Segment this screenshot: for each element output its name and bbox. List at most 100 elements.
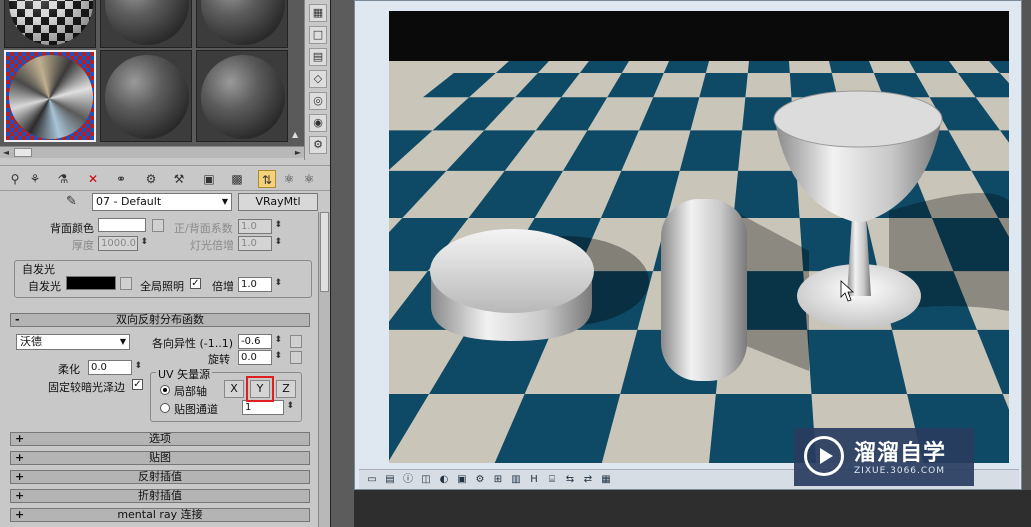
material-id-icon[interactable]: ▣ bbox=[200, 170, 218, 188]
fix-dark-checkbox[interactable]: ✓ bbox=[132, 379, 143, 390]
make-preview-icon[interactable]: ◉ bbox=[309, 114, 327, 132]
material-name-bar: ✎ 07 - Default ▼ VRayMtl bbox=[0, 192, 330, 212]
rotation-map-button[interactable] bbox=[290, 351, 302, 364]
self-illum-mult-label: 倍增 bbox=[212, 280, 234, 293]
gear-icon[interactable]: ⚙ bbox=[473, 473, 487, 487]
scroll-thumb[interactable] bbox=[320, 212, 329, 292]
material-slot[interactable] bbox=[100, 0, 192, 48]
fix-dark-label: 固定较暗光泽边 bbox=[48, 381, 125, 394]
info-icon[interactable]: ⓘ bbox=[401, 473, 415, 487]
put-to-library-icon[interactable]: ⚒ bbox=[170, 170, 188, 188]
slot-scrollbar[interactable]: ◄ ► bbox=[0, 146, 304, 158]
self-illum-group-label: 自发光 bbox=[20, 261, 57, 277]
v-split-icon[interactable]: ⌸ bbox=[545, 473, 559, 487]
reset-material-icon[interactable]: ✕ bbox=[84, 170, 102, 188]
background-icon[interactable]: ▤ bbox=[309, 48, 327, 66]
brdf-type-select[interactable]: 沃德 ▼ bbox=[16, 334, 130, 350]
rollout-mental-ray[interactable]: + mental ray 连接 bbox=[10, 508, 310, 522]
rollout-maps[interactable]: + 贴图 bbox=[10, 451, 310, 465]
material-slot-grid: ▲ bbox=[0, 0, 304, 146]
gi-checkbox[interactable]: ✓ bbox=[190, 278, 201, 289]
axis-z-button[interactable]: Z bbox=[276, 380, 296, 398]
anisotropy-map-button[interactable] bbox=[290, 335, 302, 348]
eyedropper-icon[interactable]: ✎ bbox=[66, 194, 77, 209]
copy-material-icon[interactable]: ⚭ bbox=[112, 170, 130, 188]
material-slot[interactable] bbox=[4, 0, 96, 48]
stamp-icon[interactable]: ▣ bbox=[455, 473, 469, 487]
material-name-field[interactable]: 07 - Default ▼ bbox=[92, 193, 232, 211]
material-name-text: 07 - Default bbox=[96, 195, 162, 208]
rollout-toggle: + bbox=[15, 451, 25, 464]
map-channel-spinner[interactable]: 1 bbox=[242, 400, 294, 415]
assign-material-icon[interactable]: ⚗ bbox=[54, 170, 72, 188]
back-color-swatch[interactable] bbox=[98, 218, 146, 232]
rollout-title: mental ray 连接 bbox=[117, 508, 203, 521]
rollout-options[interactable]: + 选项 bbox=[10, 432, 310, 446]
sample-sphere bbox=[9, 55, 93, 139]
watermark-url: ZIXUE.3066.COM bbox=[854, 466, 946, 476]
rollout-refract-interp[interactable]: + 折射插值 bbox=[10, 489, 310, 503]
backlight-icon[interactable]: □ bbox=[309, 26, 327, 44]
self-illum-color-swatch[interactable] bbox=[66, 276, 116, 290]
self-illum-map-button[interactable] bbox=[120, 277, 132, 290]
scroll-up-icon[interactable]: ▲ bbox=[292, 130, 298, 139]
sample-sphere bbox=[201, 0, 285, 45]
sample-sphere bbox=[201, 55, 285, 139]
light-multiplier-label: 灯光倍增 bbox=[190, 239, 234, 252]
anisotropy-spinner[interactable]: -0.6 bbox=[238, 334, 282, 349]
rotation-spinner[interactable]: 0.0 bbox=[238, 350, 282, 365]
brdf-rollout-header[interactable]: - 双向反射分布函数 bbox=[10, 313, 310, 327]
show-map-icon[interactable]: ▩ bbox=[228, 170, 246, 188]
map-channel-radio[interactable] bbox=[160, 403, 170, 413]
material-type-button[interactable]: VRayMtl bbox=[238, 193, 318, 211]
light-multiplier-spinner[interactable]: 1.0 bbox=[238, 236, 282, 251]
material-slot-active[interactable] bbox=[4, 50, 96, 142]
swap-icon[interactable]: ⇆ bbox=[563, 473, 577, 487]
vfb-icon[interactable]: ▦ bbox=[599, 473, 613, 487]
compare-icon[interactable]: ▥ bbox=[509, 473, 523, 487]
play-logo-icon bbox=[804, 436, 844, 476]
anisotropy-label: 各向异性 (-1..1) bbox=[152, 337, 234, 350]
get-material-icon[interactable]: ⚲ bbox=[6, 170, 24, 188]
put-to-scene-icon[interactable]: ⚘ bbox=[26, 170, 44, 188]
video-color-icon[interactable]: ◎ bbox=[309, 92, 327, 110]
go-to-parent-icon[interactable]: ⚛ bbox=[280, 170, 298, 188]
sample-type-icon[interactable]: ▦ bbox=[309, 4, 327, 22]
frame-icon[interactable]: ▭ bbox=[365, 473, 379, 487]
region-icon[interactable]: ◫ bbox=[419, 473, 433, 487]
self-illum-label: 自发光 bbox=[28, 280, 61, 293]
axis-y-button[interactable]: Y bbox=[246, 376, 274, 402]
scroll-left-icon[interactable]: ◄ bbox=[0, 147, 12, 158]
capsule bbox=[661, 199, 747, 381]
go-forward-sibling-icon[interactable]: ⚛ bbox=[300, 170, 318, 188]
scroll-thumb[interactable] bbox=[14, 148, 32, 157]
soften-label: 柔化 bbox=[58, 363, 80, 376]
rollout-reflect-interp[interactable]: + 反射插值 bbox=[10, 470, 310, 484]
rollout-title: 双向反射分布函数 bbox=[116, 313, 204, 326]
material-slot[interactable] bbox=[196, 0, 288, 48]
local-axis-radio[interactable] bbox=[160, 385, 170, 395]
h-split-icon[interactable]: H bbox=[527, 473, 541, 487]
layers-icon[interactable]: ⊞ bbox=[491, 473, 505, 487]
axis-x-button[interactable]: X bbox=[224, 380, 244, 398]
mirror-icon[interactable]: ⇄ bbox=[581, 473, 595, 487]
make-unique-icon[interactable]: ⚙ bbox=[142, 170, 160, 188]
history-icon[interactable]: ▤ bbox=[383, 473, 397, 487]
back-color-map-button[interactable] bbox=[152, 219, 164, 232]
front-back-coef-spinner[interactable]: 1.0 bbox=[238, 219, 282, 234]
rollout-title: 反射插值 bbox=[138, 470, 182, 483]
soften-spinner[interactable]: 0.0 bbox=[88, 360, 142, 375]
uv-tiling-icon[interactable]: ◇ bbox=[309, 70, 327, 88]
thickness-spinner[interactable]: 1000.0 bbox=[98, 236, 148, 251]
material-slot[interactable] bbox=[196, 50, 288, 142]
self-illum-mult-spinner[interactable]: 1.0 bbox=[238, 277, 282, 292]
scroll-right-icon[interactable]: ► bbox=[292, 147, 304, 158]
thickness-label: 厚度 bbox=[72, 239, 94, 252]
params-scrollbar[interactable] bbox=[318, 212, 330, 527]
render-scene-svg bbox=[389, 61, 1009, 463]
chevron-down-icon: ▼ bbox=[119, 337, 126, 346]
show-end-result-icon[interactable]: ⇅ bbox=[258, 170, 276, 188]
lens-icon[interactable]: ◐ bbox=[437, 473, 451, 487]
material-slot[interactable] bbox=[100, 50, 192, 142]
options-icon[interactable]: ⚙ bbox=[309, 136, 327, 154]
